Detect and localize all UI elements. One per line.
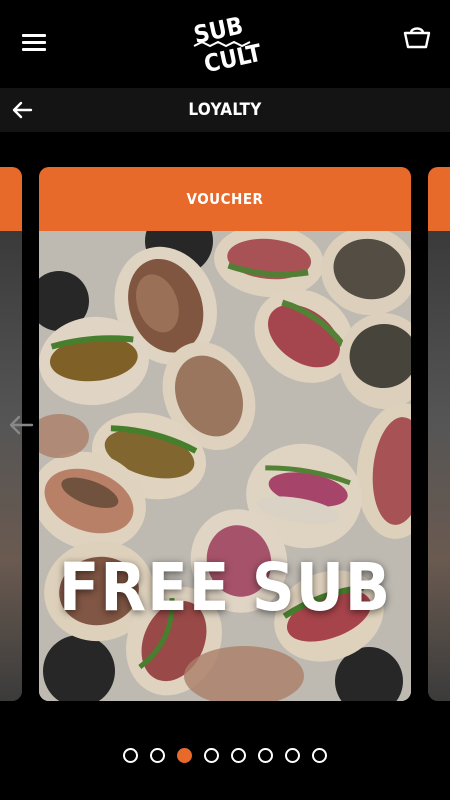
voucher-headline: FREE SUB (58, 549, 392, 626)
pagination-dot[interactable] (204, 748, 219, 763)
sub-header: LOYALTY (0, 88, 450, 132)
previous-card-image (0, 231, 22, 701)
carousel-pagination (0, 748, 450, 764)
next-card-header (428, 167, 450, 231)
voucher-card-header: VOUCHER (39, 167, 411, 231)
sandwiches-photo: FREE SUB (39, 231, 411, 701)
carousel-prev-arrow-icon[interactable] (8, 414, 34, 436)
previous-card-header (0, 167, 22, 231)
pagination-dot[interactable] (285, 748, 300, 763)
next-voucher-card[interactable] (428, 167, 450, 701)
next-card-image (428, 231, 450, 701)
voucher-card[interactable]: VOUCHER FREE SUB (39, 167, 411, 701)
sandwiches-illustration (39, 231, 411, 701)
pagination-dot[interactable] (150, 748, 165, 763)
shopping-basket-icon[interactable] (402, 22, 432, 52)
pagination-dot[interactable] (231, 748, 246, 763)
hamburger-menu-icon[interactable] (22, 32, 48, 52)
pagination-dot[interactable] (312, 748, 327, 763)
pagination-dot[interactable] (177, 748, 192, 763)
pagination-dot[interactable] (123, 748, 138, 763)
top-bar: SUB CULT (0, 0, 450, 88)
subcult-logo: SUB CULT (191, 11, 260, 78)
voucher-carousel[interactable]: VOUCHER FREE SUB (0, 132, 450, 732)
pagination-dot[interactable] (258, 748, 273, 763)
voucher-card-title: VOUCHER (186, 190, 264, 208)
page-title: LOYALTY (188, 100, 262, 120)
